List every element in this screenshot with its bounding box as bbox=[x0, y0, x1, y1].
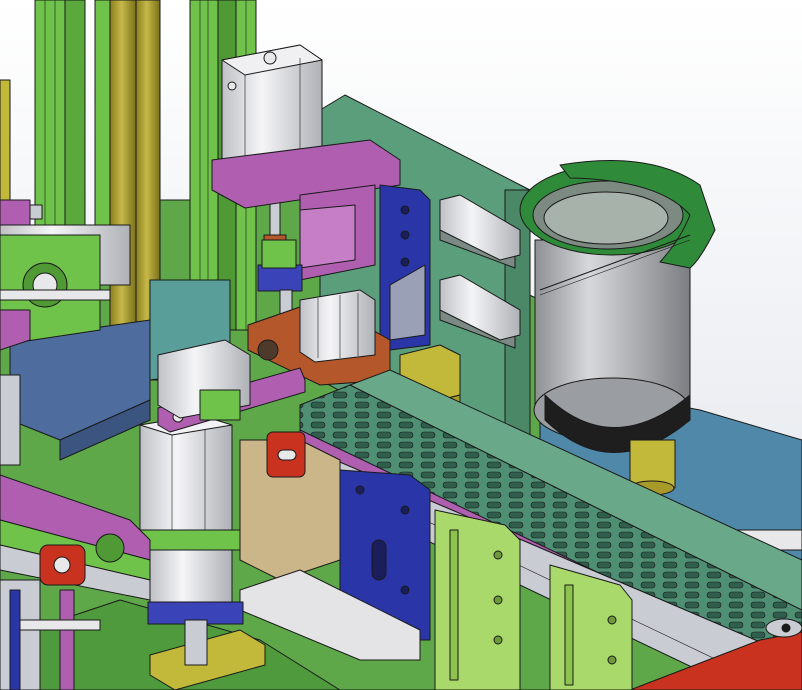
model-view[interactable] bbox=[0, 0, 802, 690]
cad-viewport[interactable] bbox=[0, 0, 802, 690]
roller-wheel[interactable] bbox=[765, 618, 802, 638]
navy-guide-plate[interactable] bbox=[379, 184, 431, 351]
slide-module[interactable] bbox=[157, 339, 251, 421]
red-clamp[interactable] bbox=[266, 431, 306, 478]
